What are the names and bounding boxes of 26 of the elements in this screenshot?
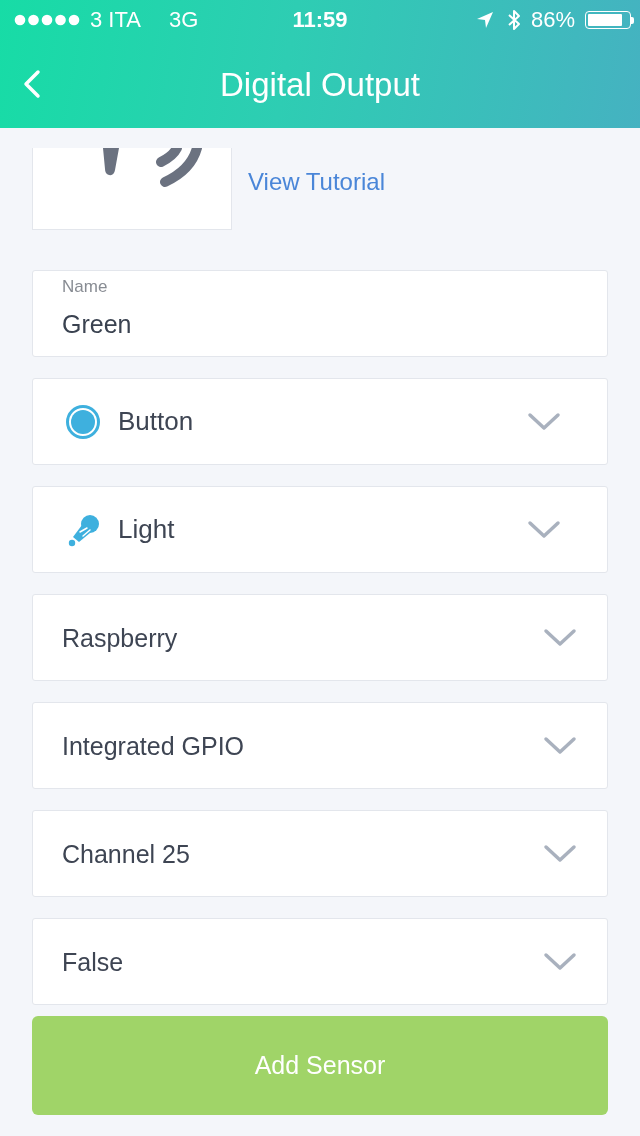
chevron-down-icon [527, 411, 561, 432]
dropdown-select[interactable]: Integrated GPIO [32, 702, 608, 789]
location-arrow-icon [476, 12, 493, 28]
circle-icon [66, 404, 100, 439]
dropdown-select[interactable]: False [32, 918, 608, 1005]
chevron-down-icon [527, 519, 561, 540]
dropdown-select[interactable]: Light [32, 486, 608, 573]
dropdown-select[interactable]: Button [32, 378, 608, 465]
chevron-down-icon [543, 951, 577, 972]
clock-time: 11:59 [292, 9, 348, 31]
chevron-down-icon [543, 627, 577, 648]
network-type: 3G [168, 9, 199, 31]
battery-percentage: 86% [530, 9, 575, 31]
signal-strength-icon [12, 14, 82, 26]
field-value: Green [62, 309, 132, 340]
bluetooth-icon [506, 9, 521, 31]
carrier-name: 3 ITA [90, 9, 141, 31]
field-label: Name [62, 277, 108, 298]
battery-icon [585, 11, 634, 29]
dropdown-select[interactable]: Raspberry [32, 594, 608, 681]
name-field[interactable]: Name Green [32, 270, 608, 357]
chevron-down-icon [543, 843, 577, 864]
chevron-down-icon [543, 735, 577, 756]
screen-title: Digital Output [220, 67, 420, 101]
dropdown-select[interactable]: Channel 25 [32, 810, 608, 897]
light-bulb-icon [66, 512, 100, 547]
